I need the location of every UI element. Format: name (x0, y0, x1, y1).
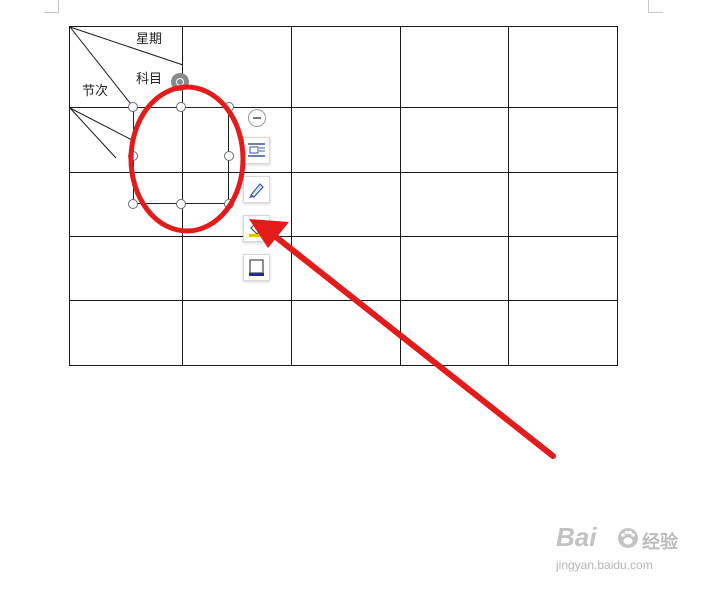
document-page: 星期 科目 节次 Bai 经验 jingyan.baidu.com (0, 0, 719, 597)
resize-handle-bottom-left[interactable] (128, 199, 138, 209)
shape-fill-button[interactable] (243, 215, 270, 242)
collapse-toolbar-button[interactable] (248, 109, 266, 127)
table-cell[interactable] (400, 236, 509, 301)
table-cell[interactable] (508, 107, 618, 173)
resize-handle-top[interactable] (176, 102, 186, 112)
shape-style-pen-icon (249, 183, 264, 198)
header-week-label: 星期 (136, 32, 163, 47)
table-cell[interactable] (400, 172, 509, 237)
layout-options-button[interactable] (243, 137, 270, 164)
table-cell[interactable] (508, 26, 618, 108)
table-cell[interactable] (400, 26, 509, 108)
table-cell[interactable] (182, 26, 292, 108)
page-corner-mark-left (44, 0, 59, 13)
resize-handle-top-left[interactable] (128, 102, 138, 112)
table-cell[interactable] (400, 107, 509, 173)
table-cell[interactable] (69, 300, 183, 366)
resize-handle-right[interactable] (224, 151, 234, 161)
selected-shape[interactable] (133, 107, 229, 204)
table-cell[interactable] (508, 300, 618, 366)
table-cell[interactable] (400, 300, 509, 366)
page-corner-mark-right (648, 0, 663, 13)
rotate-handle[interactable] (171, 73, 189, 91)
table-cell[interactable] (508, 172, 618, 237)
baidu-jingyan-watermark: Bai du 经验 jingyan.baidu.com (556, 522, 682, 582)
diagonal-header-cell[interactable]: 星期 科目 节次 (69, 26, 184, 109)
layout-options-icon (248, 143, 265, 157)
watermark-product-text: 经验 (642, 532, 678, 553)
border-outline-icon (249, 259, 264, 276)
resize-handle-bottom-right[interactable] (224, 199, 234, 209)
table-cell[interactable] (291, 26, 401, 108)
resize-handle-top-right[interactable] (224, 102, 234, 112)
header-subject-label: 科目 (136, 72, 163, 87)
table-cell[interactable] (291, 300, 401, 366)
table-cell[interactable] (291, 236, 401, 301)
resize-handle-left[interactable] (128, 151, 138, 161)
resize-handle-bottom[interactable] (176, 199, 186, 209)
table-cell[interactable] (182, 300, 292, 366)
shape-style-button[interactable] (243, 176, 270, 203)
header-period-label: 节次 (82, 84, 109, 99)
table-cell[interactable] (182, 236, 292, 301)
watermark-url: jingyan.baidu.com (556, 558, 653, 572)
table-cell[interactable] (291, 107, 401, 173)
shape-outline-button[interactable] (243, 254, 270, 281)
table-cell[interactable] (291, 172, 401, 237)
table-cell[interactable] (508, 236, 618, 301)
table-cell[interactable] (69, 236, 183, 301)
watermark-brand-text: Bai (556, 522, 597, 552)
fill-bucket-icon (249, 221, 265, 237)
